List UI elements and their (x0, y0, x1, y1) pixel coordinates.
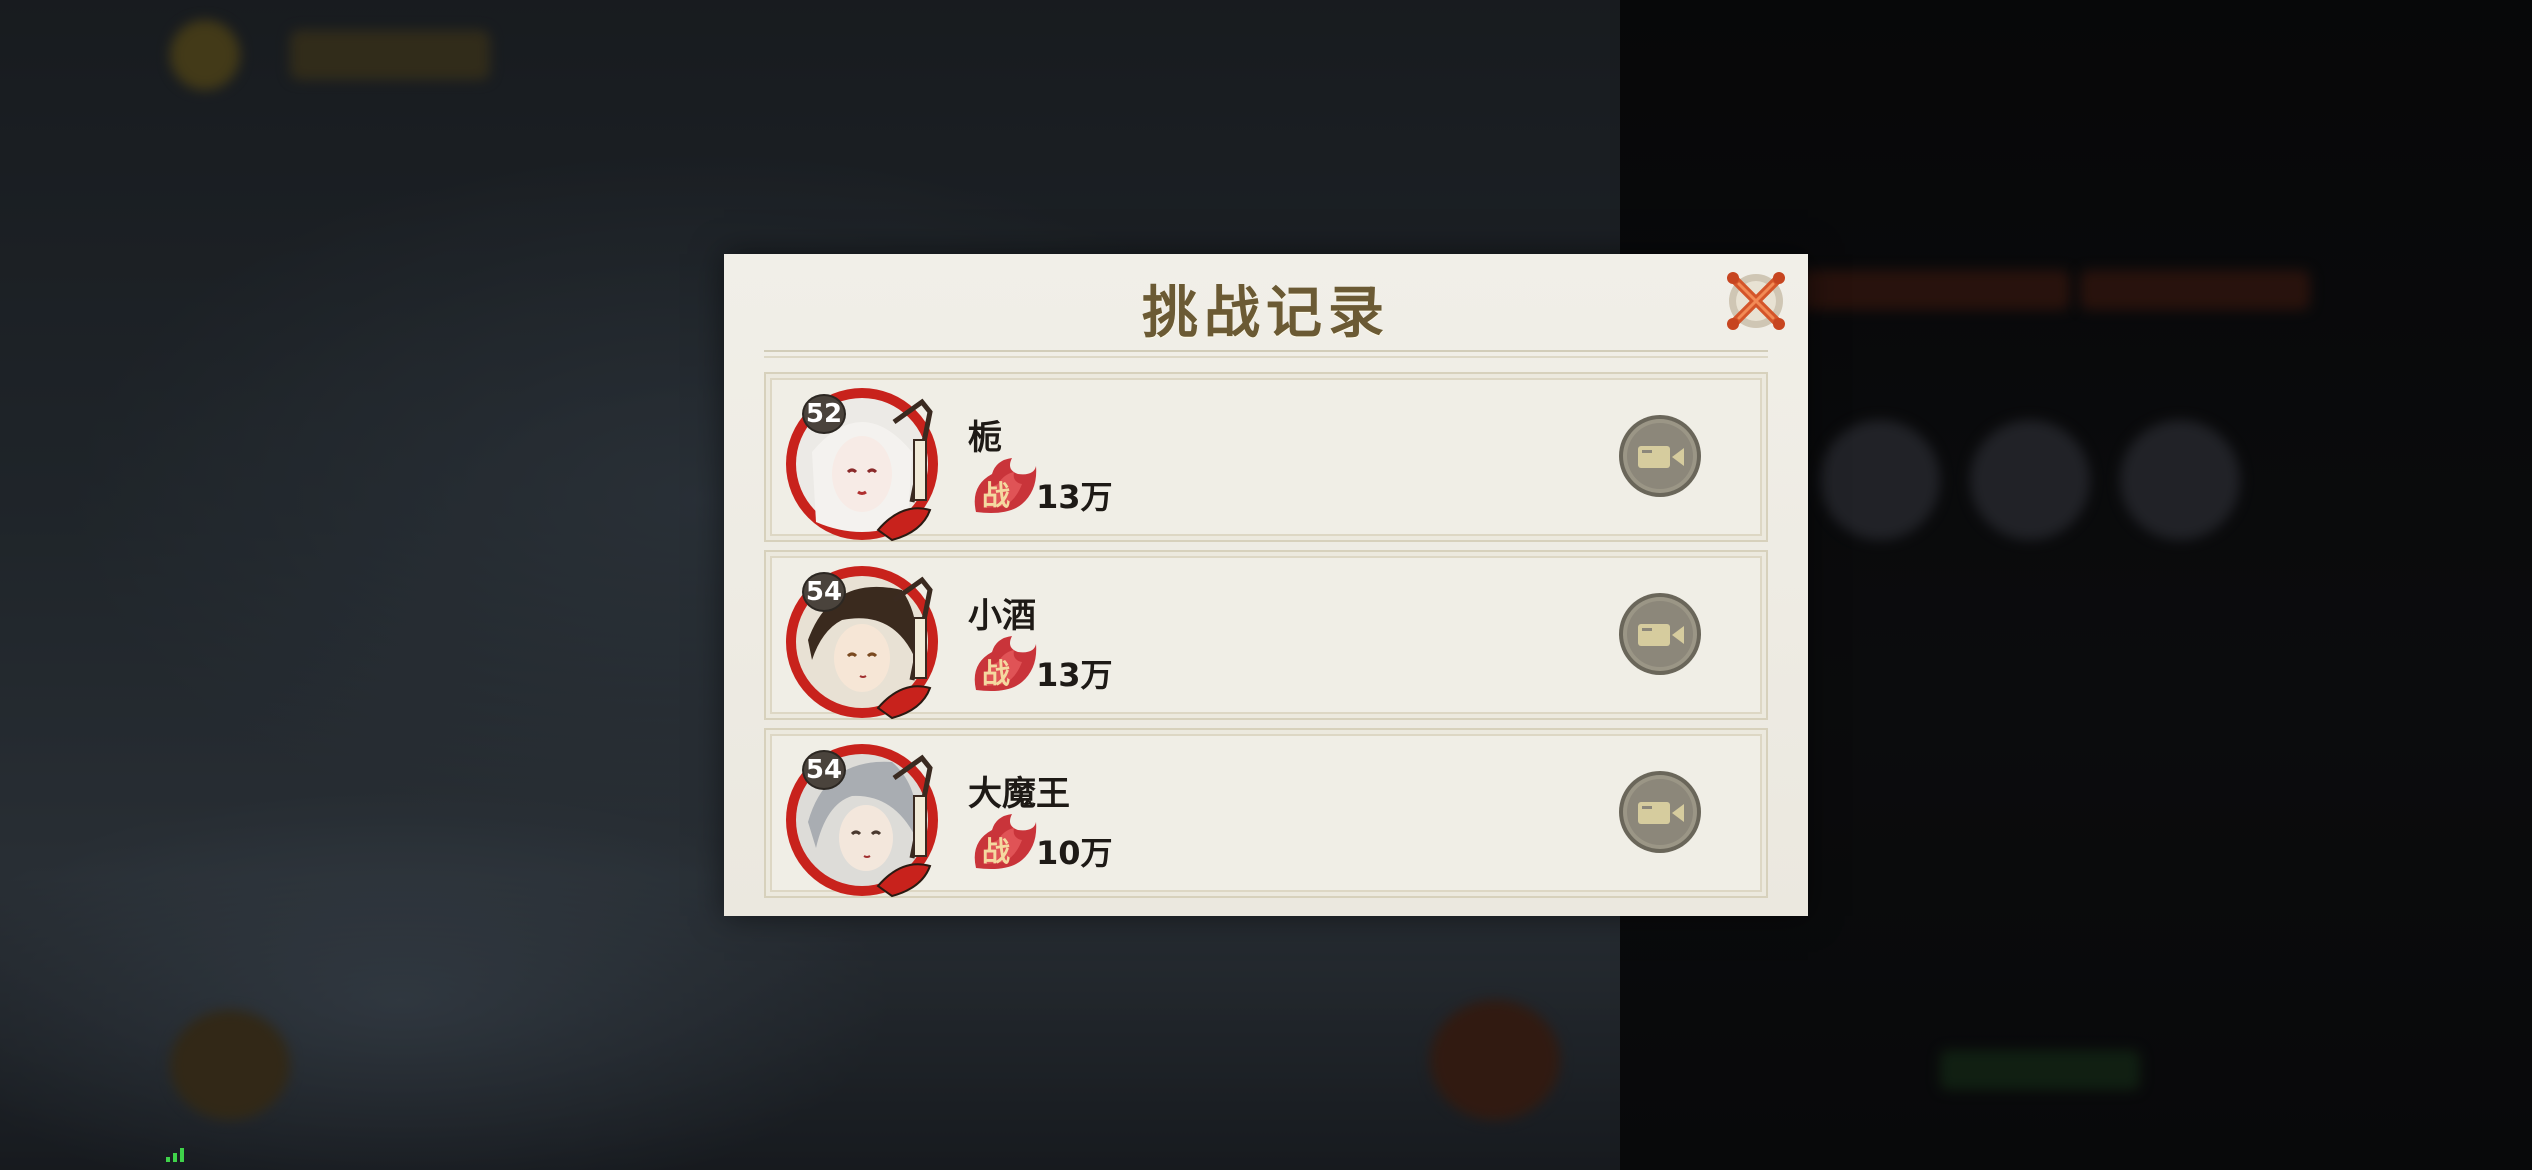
title-divider (764, 350, 1768, 358)
level-badge: 52 (802, 394, 846, 434)
record-row: 54 小酒 战 13万 (764, 550, 1768, 720)
video-replay-icon (1619, 415, 1701, 497)
player-name: 大魔王 (968, 774, 1070, 814)
challenge-record-dialog: 挑战记录 52 栀 战 13万 54 小酒 战 13万 54 大魔王 战 10万 (724, 254, 1808, 916)
combat-power-value: 13万 (1036, 478, 1113, 516)
signal-strength-icon (166, 1148, 188, 1162)
avatar: 54 (782, 738, 944, 900)
combat-power-badge: 战 (982, 835, 1011, 868)
replay-button[interactable] (1618, 770, 1702, 854)
combat-power-badge: 战 (982, 657, 1011, 690)
level-badge: 54 (802, 572, 846, 612)
replay-button[interactable] (1618, 414, 1702, 498)
video-replay-icon (1619, 593, 1701, 675)
combat-power-value: 10万 (1036, 834, 1113, 872)
replay-button[interactable] (1618, 592, 1702, 676)
record-list[interactable]: 52 栀 战 13万 54 小酒 战 13万 54 大魔王 战 10万 (764, 372, 1768, 902)
avatar: 52 (782, 382, 944, 544)
combat-power-value: 13万 (1036, 656, 1113, 694)
player-name: 小酒 (968, 596, 1036, 636)
close-button[interactable] (1725, 270, 1787, 332)
player-name: 栀 (968, 418, 1002, 458)
avatar: 54 (782, 560, 944, 722)
combat-power-badge: 战 (982, 479, 1011, 512)
record-row: 52 栀 战 13万 (764, 372, 1768, 542)
record-row: 54 大魔王 战 10万 (764, 728, 1768, 898)
dialog-title: 挑战记录 (1142, 280, 1390, 346)
close-x-icon (1727, 272, 1785, 330)
video-replay-icon (1619, 771, 1701, 853)
level-badge: 54 (802, 750, 846, 790)
